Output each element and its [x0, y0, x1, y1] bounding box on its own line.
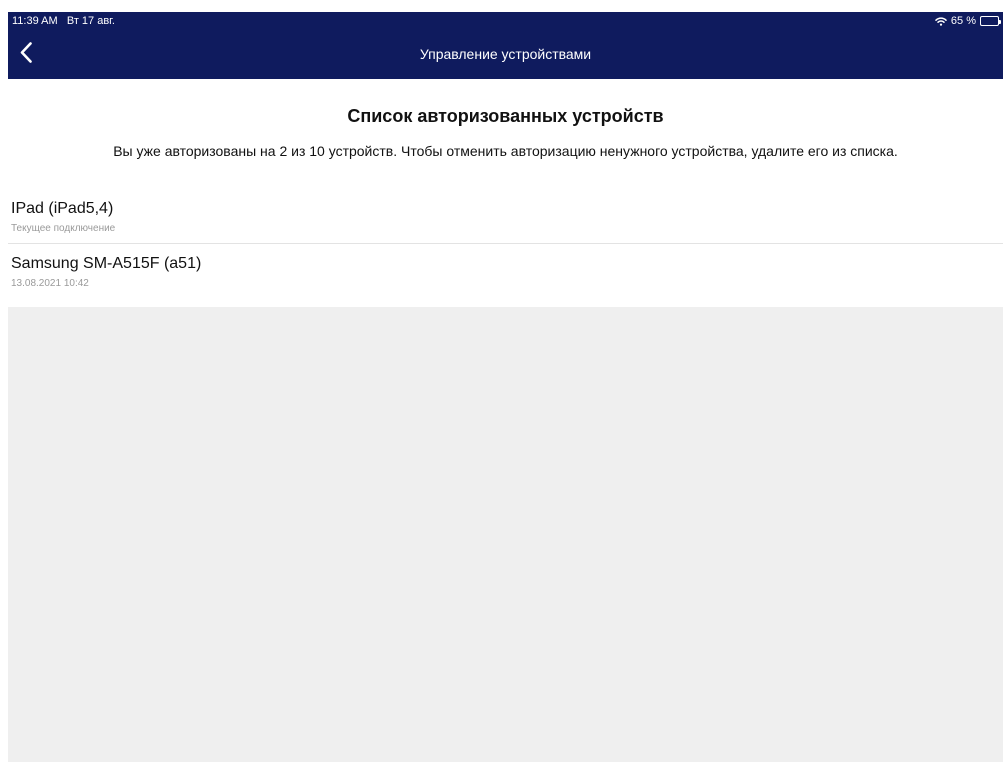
screen-title: Управление устройствами — [419, 46, 592, 62]
device-list-item[interactable]: Samsung SM-A515F (a51) 13.08.2021 10:42 — [8, 249, 1003, 299]
status-indicators: 65 % — [935, 14, 1001, 28]
battery-percentage: 65 % — [950, 15, 976, 27]
wifi-icon — [935, 16, 947, 26]
device-name: IPad (iPad5,4) — [11, 200, 114, 217]
top-bar: 11:39 AM Вт 17 авг. 65 % Управление устр… — [8, 12, 1003, 79]
authorized-devices-panel: Список авторизованных устройств Вы уже а… — [8, 79, 1003, 307]
devices-list-title: Список авторизованных устройств — [347, 106, 664, 126]
device-last-login: 13.08.2021 10:42 — [11, 278, 89, 289]
devices-list-description: Вы уже авторизованы на 2 из 10 устройств… — [113, 143, 898, 159]
status-time: 11:39 AM Вт 17 авг. — [12, 14, 115, 28]
status-time-value: 11:39 AM — [12, 15, 58, 27]
app-frame: 11:39 AM Вт 17 авг. 65 % Управление устр… — [8, 12, 1003, 762]
device-list-item[interactable]: IPad (iPad5,4) Текущее подключение — [8, 194, 1003, 244]
device-connection-status: Текущее подключение — [11, 223, 116, 234]
device-name: Samsung SM-A515F (a51) — [11, 255, 202, 272]
battery-icon — [980, 16, 1001, 26]
status-date-value: Вт 17 авг. — [66, 15, 115, 27]
